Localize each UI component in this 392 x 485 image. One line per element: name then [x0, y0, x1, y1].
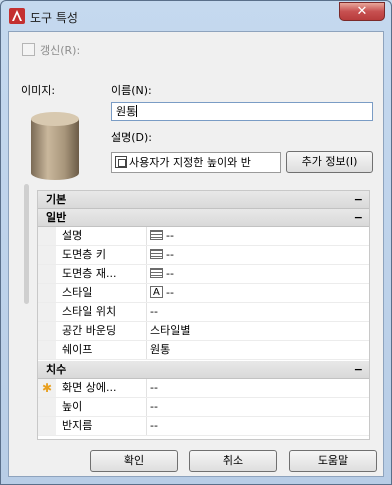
ok-button[interactable]: 확인	[90, 450, 178, 472]
image-label: 이미지:	[21, 84, 56, 97]
property-row[interactable]: 도면층 재... --	[38, 265, 369, 284]
property-value: --	[166, 267, 174, 280]
property-row[interactable]: 스타일 위치 --	[38, 303, 369, 322]
property-value: 원통	[150, 343, 171, 356]
property-name: 쉐이프	[62, 343, 93, 356]
cancel-button[interactable]: 취소	[189, 450, 277, 472]
category-dimensions-label: 치수	[46, 363, 67, 376]
table-icon[interactable]	[150, 230, 163, 240]
property-row[interactable]: 도면층 키 --	[38, 246, 369, 265]
category-basic[interactable]: 기본 −	[38, 191, 369, 209]
refresh-checkbox-row[interactable]: 갱신(R):	[22, 42, 80, 58]
name-input[interactable]: 원통	[111, 102, 373, 121]
description-value: 사용자가 지정한 높이와 반	[129, 156, 251, 169]
property-row[interactable]: 공간 바운딩 스타일별	[38, 322, 369, 341]
description-field[interactable]: 사용자가 지정한 높이와 반	[111, 152, 281, 173]
refresh-label: 갱신(R):	[40, 44, 81, 57]
property-value: 스타일별	[150, 324, 191, 337]
property-value: --	[166, 286, 174, 299]
property-name: 스타일 위치	[62, 305, 117, 318]
scrollbar-thumb[interactable]	[24, 184, 29, 304]
refresh-checkbox[interactable]	[22, 43, 35, 56]
star-icon: ✱	[42, 381, 53, 395]
property-name: 화면 상에...	[62, 381, 117, 394]
collapse-icon[interactable]: −	[354, 191, 363, 208]
description-label: 설명(D):	[111, 131, 152, 144]
more-info-button[interactable]: 추가 정보(I)	[286, 151, 373, 173]
collapse-icon[interactable]: −	[354, 209, 363, 226]
table-icon[interactable]	[150, 249, 163, 259]
property-row[interactable]: 높이 --	[38, 398, 369, 417]
property-value: --	[150, 400, 158, 413]
property-name: 공간 바운딩	[62, 324, 117, 337]
dialog-body: 갱신(R): 이미지: 이름(N): 원통 설명(D): 사용자가 지정한 높이…	[8, 31, 384, 477]
category-general-label: 일반	[46, 211, 67, 224]
property-row[interactable]: 설명 --	[38, 227, 369, 246]
name-label: 이름(N):	[111, 84, 152, 97]
property-name: 도면층 키	[62, 248, 106, 261]
property-row[interactable]: 반지름 --	[38, 417, 369, 436]
property-name: 설명	[62, 229, 83, 242]
collapse-icon[interactable]: −	[354, 361, 363, 378]
property-name: 스타일	[62, 286, 93, 299]
property-row[interactable]: 쉐이프 원통	[38, 341, 369, 360]
description-icon	[115, 156, 127, 168]
help-button[interactable]: 도움말	[289, 450, 377, 472]
table-icon[interactable]	[150, 268, 163, 278]
property-value: --	[150, 305, 158, 318]
category-dimensions[interactable]: 치수 −	[38, 361, 369, 379]
tool-properties-dialog: 도구 특성 ✕ 갱신(R): 이미지: 이름(N): 원통 설명(D): 사용자…	[0, 0, 392, 485]
name-input-value: 원통	[116, 105, 137, 118]
title-bar[interactable]: 도구 특성 ✕	[1, 1, 391, 31]
property-name: 반지름	[62, 419, 93, 432]
close-button[interactable]: ✕	[339, 2, 385, 21]
property-row[interactable]: ✱ 화면 상에... --	[38, 379, 369, 398]
text-cursor	[136, 105, 138, 117]
property-value: --	[166, 248, 174, 261]
cylinder-preview-image	[31, 112, 79, 180]
property-value: --	[150, 381, 158, 394]
property-name: 도면층 재...	[62, 267, 117, 280]
property-grid: 기본 − 일반 − 설명 -- 도면층 키 -- 도면층 재... -- 스타일 -- 스타…	[37, 190, 370, 440]
autocad-logo-icon	[9, 8, 25, 24]
window-title: 도구 특성	[30, 11, 78, 25]
style-icon[interactable]	[150, 284, 163, 302]
category-basic-label: 기본	[46, 193, 67, 206]
property-value: --	[166, 229, 174, 242]
property-name: 높이	[62, 400, 83, 413]
property-value: --	[150, 419, 158, 432]
property-row[interactable]: 스타일 --	[38, 284, 369, 303]
category-general[interactable]: 일반 −	[38, 209, 369, 227]
